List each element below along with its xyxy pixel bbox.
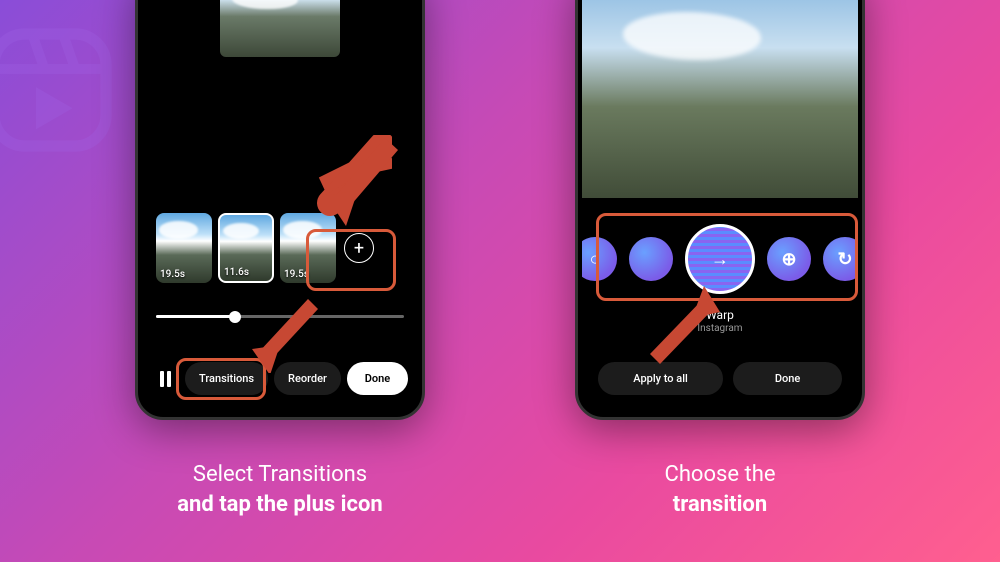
caption-line1: Choose the	[665, 462, 776, 487]
clip-thumbnail[interactable]: 11.6s	[218, 213, 274, 283]
transitions-panel: ○ → ⊕ ↻ Warp Ins	[582, 198, 858, 413]
transition-option-zoom[interactable]: ⊕	[767, 237, 811, 281]
spin-icon: ↻	[837, 249, 852, 270]
video-preview	[582, 0, 858, 213]
transition-option-circle-out[interactable]: ○	[582, 237, 617, 281]
caption-line2: and tap the plus icon	[177, 492, 382, 517]
button-label: Reorder	[288, 372, 327, 385]
clip-duration: 19.5s	[160, 269, 185, 280]
clip-thumbnail[interactable]: 19.5s	[156, 213, 212, 283]
button-label: Apply to all	[633, 372, 688, 385]
transition-option-spin[interactable]: ↻	[823, 237, 858, 281]
editor-bottom-bar: Transitions Reorder Done	[142, 362, 418, 395]
pause-button[interactable]	[152, 363, 179, 395]
transitions-button[interactable]: Transitions	[185, 362, 268, 395]
transition-options-row: ○ → ⊕ ↻	[582, 198, 858, 302]
selected-transition-name: Warp	[582, 308, 858, 322]
clip-thumbnail[interactable]: 19.5s	[280, 213, 336, 283]
step2-caption: Choose the transition	[570, 460, 870, 519]
timeline-slider[interactable]	[156, 315, 404, 318]
phone-mockup-step1: 19.5s 11.6s 19.5s + Transitions	[135, 0, 425, 420]
button-label: Transitions	[199, 372, 254, 385]
button-label: Done	[365, 372, 390, 385]
arrow-right-icon: →	[711, 249, 729, 270]
reels-logo-watermark	[0, 20, 120, 160]
video-preview	[220, 0, 340, 57]
done-button[interactable]: Done	[347, 362, 408, 395]
zoom-icon: ⊕	[781, 249, 796, 270]
circle-icon: ○	[590, 249, 601, 270]
step1-caption: Select Transitions and tap the plus icon	[130, 460, 430, 519]
selected-transition-source: Instagram	[582, 323, 858, 334]
done-button[interactable]: Done	[733, 362, 842, 395]
clip-duration: 11.6s	[224, 267, 249, 278]
caption-line2: transition	[673, 492, 767, 517]
caption-line1: Select Transitions	[193, 462, 367, 487]
add-clip-button[interactable]: +	[344, 233, 374, 263]
plus-icon: +	[354, 238, 364, 259]
timeline-handle[interactable]	[229, 311, 241, 323]
transition-option-warp[interactable]: →	[685, 224, 755, 294]
timeline-progress	[156, 315, 235, 318]
reorder-button[interactable]: Reorder	[274, 362, 341, 395]
button-label: Done	[775, 372, 800, 385]
clip-duration: 19.5s	[284, 269, 309, 280]
phone-mockup-step2: ○ → ⊕ ↻ Warp Ins	[575, 0, 865, 420]
transition-option-blur[interactable]	[629, 237, 673, 281]
clips-row: 19.5s 11.6s 19.5s +	[142, 213, 418, 283]
apply-to-all-button[interactable]: Apply to all	[598, 362, 723, 395]
